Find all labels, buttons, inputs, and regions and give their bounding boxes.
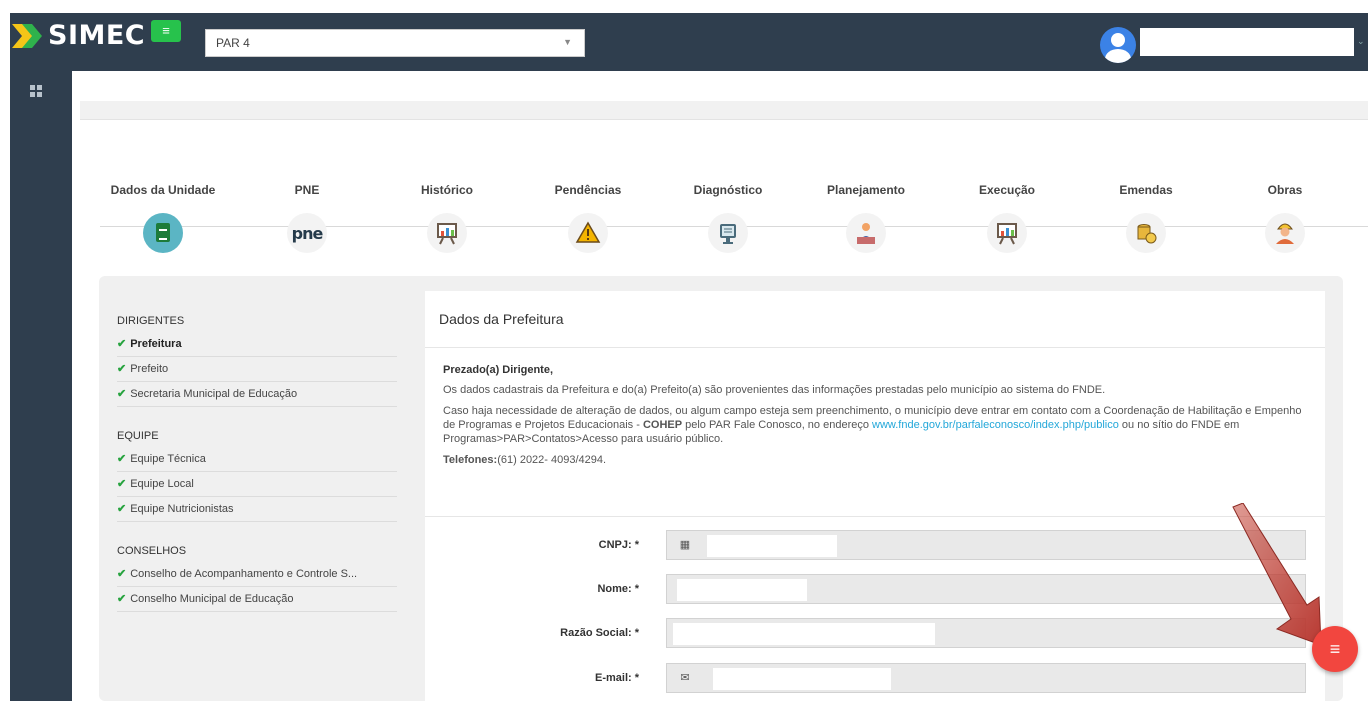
app-logo-text[interactable]: SIMEC bbox=[48, 20, 145, 51]
check-icon: ✔ bbox=[117, 593, 127, 605]
step-dados-da-unidade[interactable]: Dados da Unidade bbox=[93, 183, 233, 253]
form-row-cnpj: CNPJ: * ▦ bbox=[425, 530, 1325, 562]
floating-menu-button[interactable]: ≡ bbox=[1312, 626, 1358, 672]
step-pendencias[interactable]: Pendências bbox=[518, 183, 658, 253]
step-label: Histórico bbox=[420, 183, 473, 197]
email-field[interactable]: ✉ bbox=[666, 663, 1306, 693]
step-label: PNE bbox=[294, 183, 320, 197]
razao-social-label: Razão Social: * bbox=[560, 627, 639, 639]
form-row-email: E-mail: * ✉ bbox=[425, 663, 1325, 695]
step-label: Diagnóstico bbox=[693, 183, 763, 197]
presentation-chart-icon bbox=[987, 213, 1027, 253]
fale-conosco-link[interactable]: www.fnde.gov.br/parfaleconosco/index.php… bbox=[872, 419, 1119, 431]
divider bbox=[425, 347, 1325, 348]
nav-group-title: DIRIGENTES bbox=[117, 315, 185, 327]
step-label: Obras bbox=[1267, 183, 1303, 197]
system-select-value: PAR 4 bbox=[216, 36, 250, 50]
page-title: Dados da Prefeitura bbox=[439, 311, 564, 327]
nome-value bbox=[677, 579, 807, 601]
nav-item-prefeitura[interactable]: ✔ Prefeitura bbox=[117, 332, 397, 357]
check-icon: ✔ bbox=[117, 453, 127, 465]
nav-item-conselho-municipal[interactable]: ✔ Conselho Municipal de Educação bbox=[117, 587, 397, 612]
step-diagnostico[interactable]: Diagnóstico bbox=[658, 183, 798, 253]
system-select[interactable]: PAR 4 ▼ bbox=[205, 29, 585, 57]
user-avatar-icon[interactable] bbox=[1100, 27, 1136, 63]
nome-label: Nome: * bbox=[597, 583, 639, 595]
step-label: Execução bbox=[978, 183, 1036, 197]
step-planejamento[interactable]: Planejamento bbox=[796, 183, 936, 253]
content-card: Dados da Prefeitura Prezado(a) Dirigente… bbox=[425, 291, 1325, 701]
notice-text: Prezado(a) Dirigente, Os dados cadastrai… bbox=[443, 363, 1303, 474]
nav-item-equipe-tecnica[interactable]: ✔ Equipe Técnica bbox=[117, 447, 397, 472]
left-section-nav: DIRIGENTES ✔ Prefeitura ✔ Prefeito ✔ Secret… bbox=[117, 310, 397, 612]
step-label: Planejamento bbox=[826, 183, 906, 197]
check-icon: ✔ bbox=[117, 338, 127, 350]
check-icon: ✔ bbox=[117, 363, 127, 375]
nav-item-conselho-acompanhamento[interactable]: ✔ Conselho de Acompanhamento e Controle S… bbox=[117, 562, 397, 587]
step-label: Dados da Unidade bbox=[110, 183, 216, 197]
chevron-down-icon: ▼ bbox=[563, 37, 572, 47]
nav-item-prefeito[interactable]: ✔ Prefeito bbox=[117, 357, 397, 382]
presentation-chart-icon bbox=[427, 213, 467, 253]
nav-item-secretaria[interactable]: ✔ Secretaria Municipal de Educação bbox=[117, 382, 397, 407]
step-label: Pendências bbox=[554, 183, 622, 197]
step-obras[interactable]: Obras bbox=[1215, 183, 1355, 253]
form-row-razao-social: Razão Social: * bbox=[425, 618, 1325, 650]
warning-icon bbox=[568, 213, 608, 253]
step-execucao[interactable]: Execução bbox=[937, 183, 1077, 253]
nav-item-equipe-local[interactable]: ✔ Equipe Local bbox=[117, 472, 397, 497]
cnpj-value bbox=[707, 535, 837, 557]
simec-logo-icon bbox=[12, 24, 42, 48]
nav-item-equipe-nutricionistas[interactable]: ✔ Equipe Nutricionistas bbox=[117, 497, 397, 522]
step-historico[interactable]: Histórico bbox=[377, 183, 517, 253]
check-icon: ✔ bbox=[117, 478, 127, 490]
envelope-icon: ✉ bbox=[680, 672, 690, 684]
check-icon: ✔ bbox=[117, 568, 127, 580]
coins-icon bbox=[1126, 213, 1166, 253]
chevron-down-icon[interactable]: ⌄ bbox=[1357, 36, 1365, 47]
worker-icon bbox=[1265, 213, 1305, 253]
grid-icon[interactable] bbox=[30, 85, 42, 97]
top-strip bbox=[0, 0, 1368, 13]
step-emendas[interactable]: Emendas bbox=[1076, 183, 1216, 253]
notice-paragraph: Os dados cadastrais da Prefeitura e do(a… bbox=[443, 384, 1106, 396]
step-label: Emendas bbox=[1119, 183, 1173, 197]
list-icon: ≡ bbox=[1329, 639, 1341, 659]
planning-icon bbox=[846, 213, 886, 253]
check-icon: ✔ bbox=[117, 388, 127, 400]
notice-paragraph: Caso haja necessidade de alteração de da… bbox=[443, 405, 1302, 445]
email-value bbox=[713, 668, 891, 690]
pne-logo-icon: pne bbox=[287, 213, 327, 253]
cnpj-label: CNPJ: * bbox=[598, 539, 639, 551]
check-icon: ✔ bbox=[117, 503, 127, 515]
app-sidebar bbox=[10, 71, 72, 701]
menu-toggle-button[interactable]: ≡ bbox=[151, 20, 181, 42]
nav-group-title: CONSELHOS bbox=[117, 545, 187, 557]
form-row-nome: Nome: * bbox=[425, 574, 1325, 606]
nav-group-title: EQUIPE bbox=[117, 430, 159, 442]
breadcrumb-bar bbox=[72, 71, 1368, 101]
razao-social-value bbox=[673, 623, 935, 645]
step-pne[interactable]: PNE pne bbox=[237, 183, 377, 253]
user-name-field[interactable] bbox=[1140, 28, 1354, 56]
divider bbox=[425, 516, 1325, 517]
greeting: Prezado(a) Dirigente, bbox=[443, 364, 554, 376]
razao-social-field[interactable] bbox=[666, 618, 1306, 648]
list-icon: ≡ bbox=[162, 23, 170, 38]
phones-line: Telefones:(61) 2022- 4093/4294. bbox=[443, 454, 607, 466]
cnpj-field[interactable]: ▦ bbox=[666, 530, 1306, 560]
building-icon: ▦ bbox=[679, 539, 691, 551]
nome-field[interactable] bbox=[666, 574, 1306, 604]
page-header-bar bbox=[80, 101, 1368, 120]
email-label: E-mail: * bbox=[594, 672, 639, 684]
monitor-icon bbox=[708, 213, 748, 253]
document-icon bbox=[143, 213, 183, 253]
